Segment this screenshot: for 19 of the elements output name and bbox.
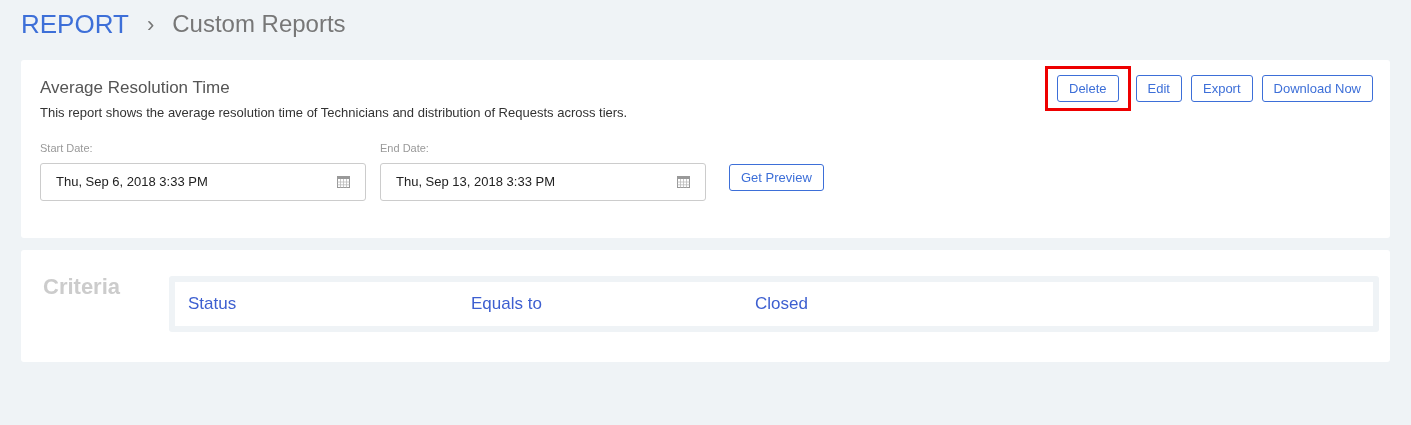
date-label: End Date: [380,141,430,156]
action-button[interactable]: Export [1191,75,1253,102]
date-label: Start Date: [40,141,94,156]
calendar-icon[interactable] [677,175,690,188]
calendar-icon[interactable] [337,175,350,188]
action-button[interactable]: Download Now [1261,75,1373,102]
action-button[interactable]: Edit [1135,75,1182,102]
breadcrumb-link[interactable]: REPORT [21,4,129,44]
action-button[interactable]: Delete [1057,75,1119,102]
criteria-field: Status [188,291,471,317]
criteria-operator: Equals to [471,293,543,316]
report-description: This report shows the average resolution time of Technicians and distribution of Requests across tiers. [40,103,628,122]
preview-button[interactable]: Get Preview [729,163,824,191]
criteria-value: Closed [755,293,808,316]
breadcrumb-separator: › [146,10,155,39]
report-title: Average Resolution Time [40,77,231,99]
date-field[interactable]: Thu, Sep 6, 2018 3:33 PM [40,162,366,201]
page-title: Custom Reports [172,9,346,39]
date-field[interactable]: Thu, Sep 13, 2018 3:33 PM [380,162,706,201]
